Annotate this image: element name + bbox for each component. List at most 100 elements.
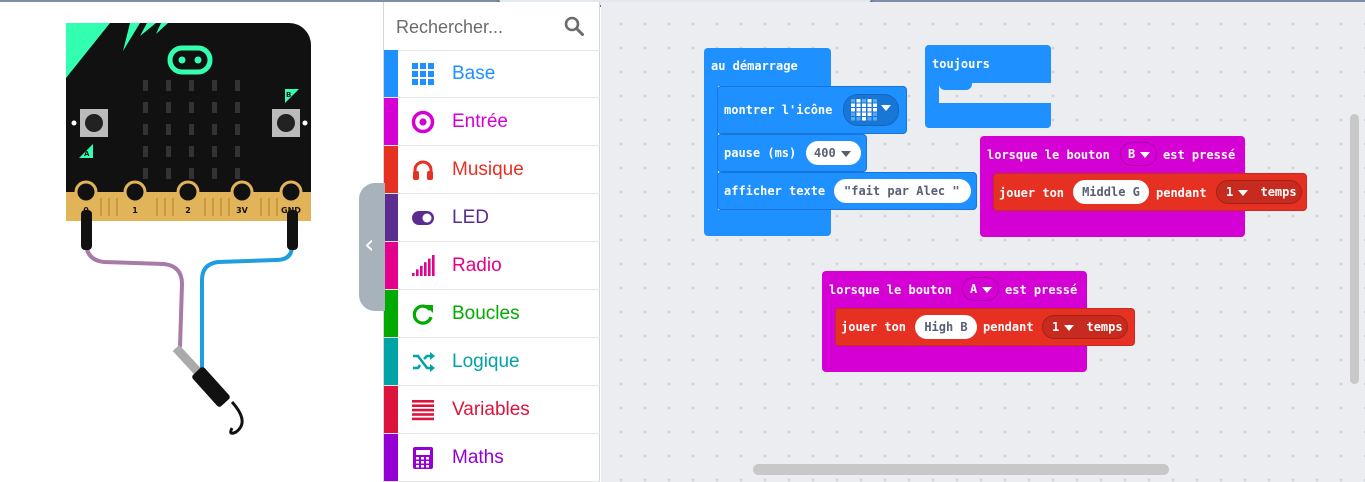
led-pixel xyxy=(143,168,148,179)
led-pixel xyxy=(212,124,217,135)
button-b-dropdown[interactable]: B xyxy=(1120,142,1157,166)
icon-pixel xyxy=(873,112,877,116)
target-icon xyxy=(411,110,435,134)
led-pixel xyxy=(166,102,171,113)
category-label: Entrée xyxy=(452,111,508,132)
category-color-strip xyxy=(384,98,398,145)
led-pixel xyxy=(235,146,240,157)
note-picker[interactable]: Middle G xyxy=(1073,180,1149,204)
chevron-down-icon xyxy=(881,105,891,111)
connector-strip xyxy=(228,198,230,216)
category-label: Variables xyxy=(452,399,530,420)
play-tone-label: jouer ton xyxy=(841,320,907,334)
on-button-suffix: est pressé xyxy=(1163,148,1236,162)
led-pixel xyxy=(235,124,240,135)
chevron-down-icon xyxy=(982,286,993,293)
icon-pixel xyxy=(862,108,866,112)
collapse-simulator-button[interactable]: ‹ xyxy=(359,183,385,311)
icon-pixel xyxy=(862,99,866,103)
connector-strip xyxy=(260,198,262,216)
category-boucles[interactable]: Boucles xyxy=(384,290,600,338)
category-radio[interactable]: Radio xyxy=(384,242,600,290)
beats-dropdown[interactable]: 1 temps xyxy=(1216,180,1302,204)
led-pixel xyxy=(166,146,171,157)
pause-block[interactable]: pause (ms) 400 xyxy=(717,134,867,172)
search-icon[interactable] xyxy=(564,16,584,36)
microbit-simulator: A B 0123VGND xyxy=(66,23,311,435)
list-lines-icon xyxy=(412,400,434,421)
shuffle-icon xyxy=(413,352,435,372)
category-base[interactable]: Base xyxy=(384,50,600,98)
icon-pixel xyxy=(873,117,877,121)
button-a-dropdown[interactable]: A xyxy=(962,277,999,301)
show-string-block[interactable]: afficher texte "fait par Alec " xyxy=(717,172,977,210)
icon-pixel xyxy=(867,117,872,121)
beats-value: 1 xyxy=(1052,320,1060,334)
category-variables[interactable]: Variables xyxy=(384,386,600,434)
category-led[interactable]: LED xyxy=(384,194,600,242)
category-label: Musique xyxy=(452,159,524,180)
note-value: High B xyxy=(924,320,968,334)
on-button-prefix: lorsque le bouton xyxy=(987,148,1110,162)
chevron-down-icon xyxy=(1064,324,1075,331)
pause-value: 400 xyxy=(814,146,836,160)
note-picker[interactable]: High B xyxy=(915,315,977,339)
led-pixel xyxy=(143,80,148,91)
icon-pixel xyxy=(856,103,861,107)
category-color-strip xyxy=(384,50,398,97)
icon-pixel xyxy=(856,117,861,121)
play-tone-block-b[interactable]: jouer ton Middle G pendant 1 temps xyxy=(993,173,1307,211)
category-logique[interactable]: Logique xyxy=(384,338,600,386)
category-maths[interactable]: Maths xyxy=(384,434,600,482)
led-pixel xyxy=(189,124,194,135)
connector-strip xyxy=(100,198,102,216)
led-pixel xyxy=(143,102,148,113)
chevron-down-icon xyxy=(1140,151,1151,158)
led-pixel xyxy=(212,80,217,91)
icon-pixel xyxy=(873,99,877,103)
button-a-label: A xyxy=(84,150,90,158)
icon-picker-dropdown[interactable] xyxy=(843,94,899,126)
show-icon-block[interactable]: montrer l'icône xyxy=(717,86,907,134)
connector-strip xyxy=(156,198,158,216)
led-pixel xyxy=(166,80,171,91)
connector-strip xyxy=(204,198,206,216)
pause-value-dropdown[interactable]: 400 xyxy=(806,141,861,165)
show-icon-label: montrer l'icône xyxy=(724,103,833,117)
forever-label: toujours xyxy=(932,57,990,71)
connector-strip xyxy=(276,198,278,216)
category-label: Maths xyxy=(452,447,504,468)
pin-label: 3V xyxy=(236,206,249,215)
button-b-label: B xyxy=(286,91,291,99)
category-entree[interactable]: Entrée xyxy=(384,98,600,146)
icon-pixel xyxy=(867,112,872,116)
led-pixel xyxy=(212,168,217,179)
vertical-scrollbar[interactable] xyxy=(1350,114,1359,384)
beats-dropdown[interactable]: 1 temps xyxy=(1042,315,1128,339)
icon-pixel xyxy=(856,108,861,112)
category-color-strip xyxy=(384,146,398,193)
search-input[interactable] xyxy=(394,12,558,42)
blue-wire xyxy=(200,220,294,370)
led-pixel xyxy=(143,124,148,135)
calculator-icon xyxy=(413,447,433,469)
heart-icon xyxy=(851,99,877,121)
icon-pixel xyxy=(851,112,855,116)
beats-unit: temps xyxy=(1260,185,1297,199)
icon-pixel xyxy=(862,117,866,121)
horizontal-scrollbar[interactable] xyxy=(753,464,1169,475)
pin-label: 2 xyxy=(185,206,191,215)
icon-pixel xyxy=(851,99,855,103)
category-color-strip xyxy=(384,242,398,289)
category-color-strip xyxy=(384,194,398,241)
category-label: Base xyxy=(452,63,496,84)
note-value: Middle G xyxy=(1082,185,1140,199)
icon-pixel xyxy=(867,108,872,112)
category-color-strip xyxy=(384,290,398,337)
string-input[interactable]: "fait par Alec " xyxy=(834,179,971,203)
play-tone-block-a[interactable]: jouer ton High B pendant 1 temps xyxy=(835,308,1135,346)
category-musique[interactable]: Musique xyxy=(384,146,600,194)
category-label: Boucles xyxy=(452,303,520,324)
beats-value: 1 xyxy=(1226,185,1234,199)
led-pixel xyxy=(235,168,240,179)
